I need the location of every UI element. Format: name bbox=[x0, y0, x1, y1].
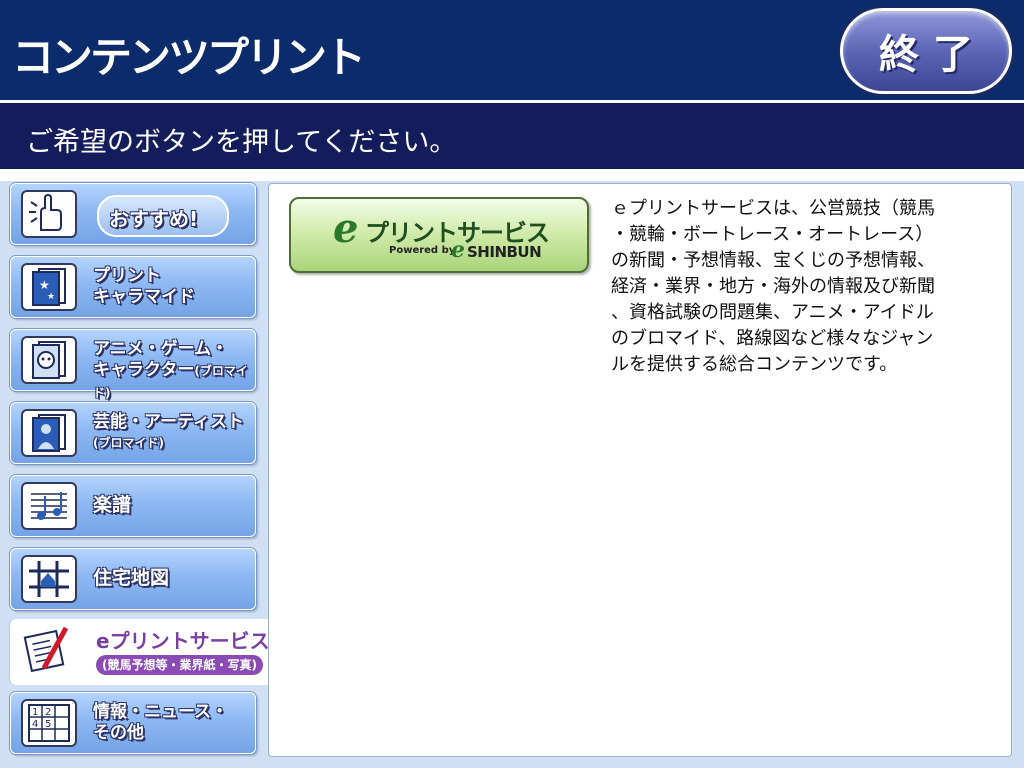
content-top-divider bbox=[0, 169, 1024, 181]
character-card-icon bbox=[21, 336, 77, 384]
svg-text:5: 5 bbox=[45, 719, 51, 730]
eprint-logo-e: e bbox=[333, 205, 359, 252]
category-label: アニメ・ゲーム・ キャラクター(ブロマイド) bbox=[93, 339, 248, 400]
category-button-eprint-service[interactable]: eプリントサービス (競馬予想等・業界紙・写真) bbox=[10, 619, 272, 685]
category-label: おすすめ! bbox=[109, 207, 199, 231]
title-bar: コンテンツプリント 終了 bbox=[0, 0, 1024, 100]
app-title: コンテンツプリント bbox=[12, 33, 366, 82]
category-button-info-news-other[interactable]: 1 2 4 5 情報・ニュース・ その他 bbox=[10, 692, 256, 754]
house-map-icon bbox=[21, 555, 77, 603]
category-label: 芸能・アーティスト (ブロマイド) bbox=[93, 412, 244, 450]
instruction-bar: ご希望のボタンを押してください。 bbox=[0, 103, 1024, 169]
category-label: プリント キャラマイド bbox=[93, 266, 195, 307]
powered-by-text: Powered by bbox=[389, 245, 456, 256]
svg-text:4: 4 bbox=[32, 719, 38, 730]
category-label: 情報・ニュース・ その他 bbox=[93, 702, 229, 743]
category-button-recommended[interactable]: おすすめ! bbox=[10, 183, 256, 245]
photo-stack-icon: ★ ★ bbox=[21, 263, 77, 311]
sponsor-name: SHINBUN bbox=[467, 243, 542, 261]
category-button-residential-map[interactable]: 住宅地図 bbox=[10, 548, 256, 610]
svg-text:1: 1 bbox=[32, 707, 38, 718]
svg-text:2: 2 bbox=[45, 707, 51, 718]
content-panel: e プリントサービス Powered by e SHINBUN ｅプリントサービ… bbox=[268, 183, 1012, 757]
hand-pointer-icon bbox=[21, 190, 77, 238]
category-sublabel: (競馬予想等・業界紙・写真) bbox=[96, 655, 263, 675]
category-label: 住宅地図 bbox=[93, 567, 170, 589]
category-button-print-caramide[interactable]: ★ ★ プリント キャラマイド bbox=[10, 256, 256, 318]
service-description: ｅプリントサービスは、公営競技（競馬 ・競輪・ボートレース・オートレース） の新… bbox=[611, 198, 935, 375]
newspaper-pen-icon bbox=[20, 625, 76, 673]
shinbun-logo-e: e bbox=[451, 237, 465, 263]
category-button-sheet-music[interactable]: 楽譜 bbox=[10, 475, 256, 537]
svg-text:★: ★ bbox=[39, 278, 50, 292]
category-label: eプリントサービス bbox=[96, 629, 270, 653]
exit-button[interactable]: 終了 bbox=[840, 8, 1012, 94]
svg-text:★: ★ bbox=[47, 292, 55, 302]
category-button-anime-game-character[interactable]: アニメ・ゲーム・ キャラクター(ブロマイド) bbox=[10, 329, 256, 400]
eprint-service-button[interactable]: e プリントサービス Powered by e SHINBUN bbox=[289, 197, 589, 273]
info-grid-icon: 1 2 4 5 bbox=[21, 699, 77, 747]
artist-photo-icon bbox=[21, 409, 77, 457]
category-label: 楽譜 bbox=[93, 494, 132, 516]
category-button-entertainment-artist[interactable]: 芸能・アーティスト (ブロマイド) bbox=[10, 402, 256, 464]
instruction-text: ご希望のボタンを押してください。 bbox=[26, 127, 457, 158]
sheet-music-icon bbox=[21, 482, 77, 530]
